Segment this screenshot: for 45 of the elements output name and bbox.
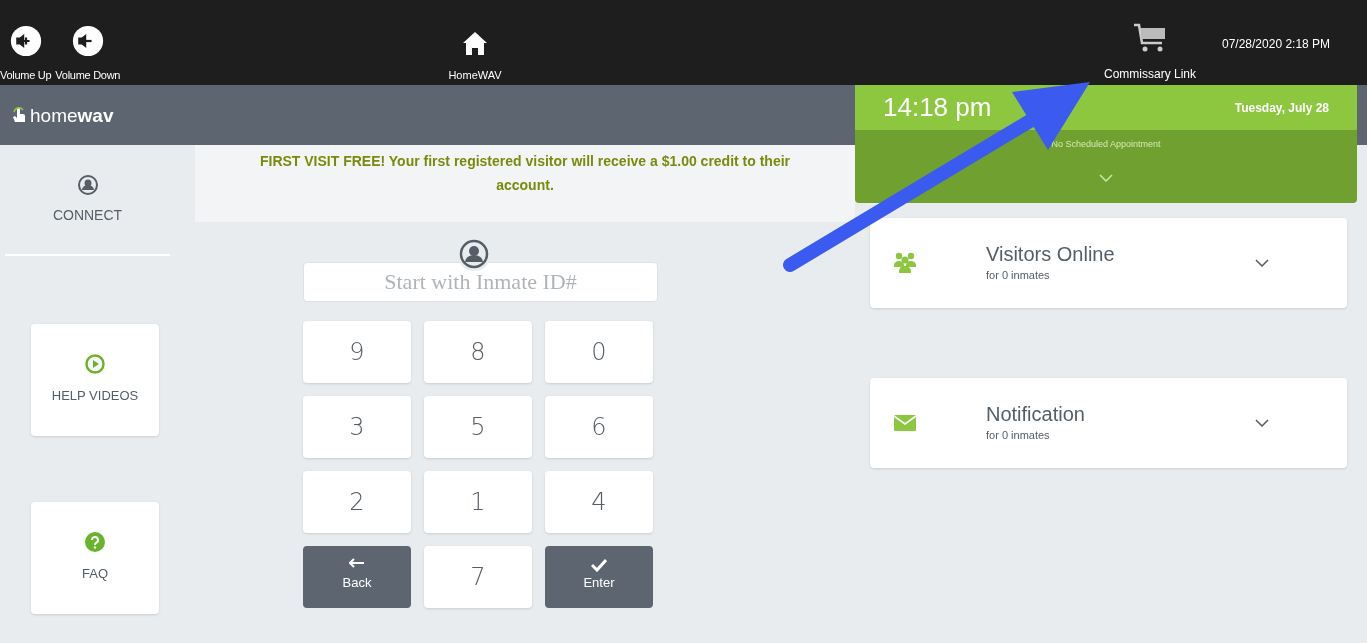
home-button[interactable]: HomeWAV xyxy=(430,0,520,85)
keypad-key[interactable]: 9 xyxy=(303,321,411,383)
keypad-key[interactable]: 4 xyxy=(545,471,653,533)
keypad-key[interactable]: 0 xyxy=(545,321,653,383)
back-button[interactable]: Back xyxy=(303,546,411,608)
arrow-left-icon xyxy=(349,558,365,568)
keypad-key[interactable]: 2 xyxy=(303,471,411,533)
chevron-down-icon xyxy=(1255,419,1269,427)
enter-button[interactable]: Enter xyxy=(545,546,653,608)
play-icon xyxy=(85,354,105,375)
card-title: Visitors Online xyxy=(986,242,1116,268)
chevron-down-icon xyxy=(1255,259,1269,267)
help-videos-button[interactable]: HELP VIDEOS xyxy=(31,324,159,436)
card-title: Notification xyxy=(986,402,1086,428)
checkmark-icon xyxy=(591,558,607,572)
card-subtitle: for 0 inmates xyxy=(986,268,1051,284)
keypad-key[interactable]: 6 xyxy=(545,396,653,458)
date-label: Tuesday, July 28 xyxy=(1234,99,1329,117)
chevron-down-icon[interactable] xyxy=(1099,173,1113,182)
group-icon xyxy=(892,251,918,275)
user-icon xyxy=(77,175,98,195)
speaker-icon xyxy=(71,24,104,57)
hand-icon xyxy=(12,107,26,123)
volume-up-button[interactable]: Volume Up xyxy=(0,24,52,83)
commissary-link-button[interactable]: Commissary Link xyxy=(1085,0,1215,85)
connect-button[interactable]: CONNECT xyxy=(5,175,170,256)
home-icon xyxy=(462,30,488,57)
notification-card[interactable]: Notification for 0 inmates xyxy=(870,378,1347,468)
logo-text: homewav xyxy=(30,105,114,125)
question-icon xyxy=(85,532,105,553)
date-time: 07/28/2020 2:18 PM xyxy=(1222,36,1331,53)
keypad-key[interactable]: 8 xyxy=(424,321,532,383)
keypad-key[interactable]: 1 xyxy=(424,471,532,533)
speaker-icon xyxy=(9,24,42,57)
cart-icon xyxy=(1133,23,1167,53)
promo-banner: FIRST VISIT FREE! Your first registered visitor will receive a $1.00 credit to their account. xyxy=(195,145,855,222)
clock-time: 14:18 pm xyxy=(883,91,992,124)
volume-down-button[interactable]: Volume Down xyxy=(55,24,121,83)
keypad-key[interactable]: 7 xyxy=(424,546,532,608)
faq-button[interactable]: FAQ xyxy=(31,502,159,614)
keypad-key[interactable]: 3 xyxy=(303,396,411,458)
card-subtitle: for 0 inmates xyxy=(986,428,1051,444)
inmate-id-field[interactable]: Start with Inmate ID# xyxy=(303,262,658,302)
keypad-key[interactable]: 5 xyxy=(424,396,532,458)
visitors-card[interactable]: Visitors Online for 0 inmates xyxy=(870,218,1347,308)
